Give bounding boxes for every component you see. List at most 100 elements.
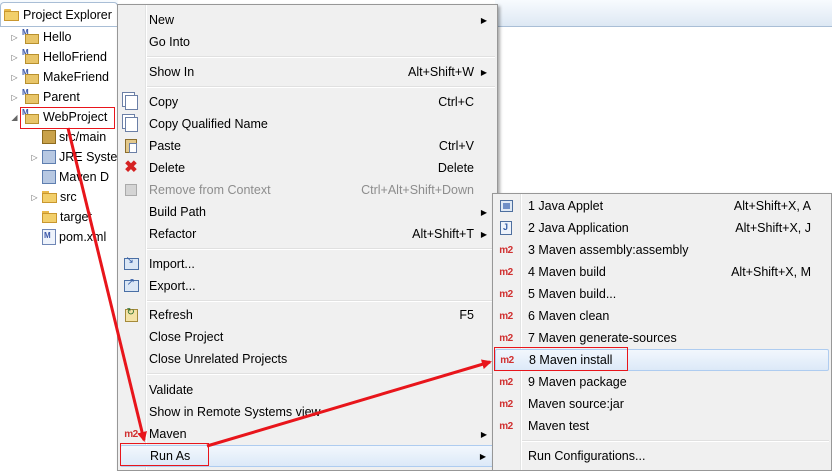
import-icon <box>121 254 141 274</box>
menu-item-shortcut: Delete <box>437 161 474 175</box>
submenu-item-maven-build-dialog[interactable]: m2 5 Maven build... <box>495 283 829 305</box>
paste-icon <box>121 136 141 156</box>
submenu-item-java-application[interactable]: 2 Java Application Alt+Shift+X, J <box>495 217 829 239</box>
menu-item-label: 5 Maven build... <box>528 287 617 301</box>
menu-item-label: Close Project <box>149 330 224 344</box>
expand-arrow-icon[interactable]: ▷ <box>30 193 39 202</box>
m2-icon: m2 <box>499 288 513 300</box>
menu-item-new[interactable]: New ▶ <box>120 9 495 31</box>
m2-icon: m2 <box>499 376 513 388</box>
menu-item-paste[interactable]: Paste Ctrl+V <box>120 135 495 157</box>
submenu-item-maven-package[interactable]: m2 9 Maven package <box>495 371 829 393</box>
menu-item-delete[interactable]: ✖ Delete Delete <box>120 157 495 179</box>
m2-icon: m2 <box>499 266 513 278</box>
menu-item-label: Import... <box>149 257 195 271</box>
tree-item-src[interactable]: ▷ src <box>30 187 77 207</box>
refresh-icon <box>121 305 141 325</box>
menu-item-show-in[interactable]: Show In Alt+Shift+W ▶ <box>120 61 495 83</box>
java-applet-icon <box>496 196 516 216</box>
menu-item-copy[interactable]: Copy Ctrl+C <box>120 91 495 113</box>
menu-item-validate[interactable]: Validate <box>120 379 495 401</box>
pom-file-icon <box>42 229 56 245</box>
submenu-item-maven-assembly[interactable]: m2 3 Maven assembly:assembly <box>495 239 829 261</box>
submenu-item-java-applet[interactable]: 1 Java Applet Alt+Shift+X, A <box>495 195 829 217</box>
copy-icon <box>121 114 141 134</box>
m2-icon: m2 <box>499 420 513 432</box>
tree-item-hellofriend[interactable]: ▷ M HelloFriend <box>10 47 107 67</box>
tree-item-parent[interactable]: ▷ M Parent <box>10 87 80 107</box>
submenu-item-maven-build[interactable]: m2 4 Maven build Alt+Shift+X, M <box>495 261 829 283</box>
submenu-item-maven-clean[interactable]: m2 6 Maven clean <box>495 305 829 327</box>
tree-item-label: Maven D <box>59 170 110 184</box>
tree-item-label: JRE Syste <box>59 150 118 164</box>
submenu-item-maven-generate-sources[interactable]: m2 7 Maven generate-sources <box>495 327 829 349</box>
menu-item-refactor[interactable]: Refactor Alt+Shift+T ▶ <box>120 223 495 245</box>
menu-item-shortcut: Ctrl+C <box>438 95 474 109</box>
tree-item-hello[interactable]: ▷ M Hello <box>10 27 72 47</box>
tree-item-label: Hello <box>43 30 72 44</box>
menu-item-label: Maven <box>149 427 187 441</box>
tree-item-src-main[interactable]: src/main <box>30 127 106 147</box>
submenu-arrow-icon: ▶ <box>480 15 487 25</box>
menu-item-shortcut: Alt+Shift+T <box>412 227 474 241</box>
expand-arrow-icon[interactable]: ▷ <box>30 153 39 162</box>
tree-item-label: src <box>60 190 77 204</box>
expand-arrow-icon[interactable]: ▷ <box>10 53 19 62</box>
menu-item-label: Maven test <box>528 419 590 433</box>
tree-item-pom-xml[interactable]: pom.xml <box>30 227 106 247</box>
menu-separator <box>147 300 495 302</box>
menu-item-label: Copy <box>149 95 179 109</box>
tree-item-target[interactable]: target <box>30 207 92 227</box>
menu-item-label: Remove from Context <box>149 183 271 197</box>
menu-item-close-unrelated-projects[interactable]: Close Unrelated Projects <box>120 348 495 370</box>
expand-arrow-icon[interactable]: ▷ <box>10 93 19 102</box>
menu-separator <box>522 440 829 442</box>
package-root-icon <box>42 130 56 144</box>
tree-item-makefriend[interactable]: ▷ M MakeFriend <box>10 67 109 87</box>
menu-item-show-in-remote-systems-view[interactable]: Show in Remote Systems view <box>120 401 495 423</box>
tree-item-label: Parent <box>43 90 80 104</box>
menu-item-label: Show in Remote Systems view <box>149 405 321 419</box>
menu-item-refresh[interactable]: Refresh F5 <box>120 304 495 326</box>
menu-item-label: Copy Qualified Name <box>149 117 268 131</box>
menu-item-shortcut: Ctrl+V <box>438 139 474 153</box>
explorer-tab-bar: Project Explorer <box>0 0 118 27</box>
menu-item-label: Export... <box>149 279 196 293</box>
menu-item-label: New <box>149 13 175 27</box>
menu-item-copy-qualified-name[interactable]: Copy Qualified Name <box>120 113 495 135</box>
m2-icon: m2 <box>499 244 513 256</box>
maven-project-icon: M <box>22 88 40 105</box>
folder-icon <box>42 191 57 203</box>
menu-separator <box>147 56 495 58</box>
menu-item-label: Maven source:jar <box>528 397 624 411</box>
maven-project-icon: M <box>22 28 40 45</box>
menu-item-close-project[interactable]: Close Project <box>120 326 495 348</box>
m2-icon: m2 <box>124 428 138 440</box>
tree-item-label: src/main <box>59 130 107 144</box>
expand-arrow-icon[interactable]: ▷ <box>10 73 19 82</box>
tree-item-jre-system[interactable]: ▷ JRE Syste <box>30 147 117 167</box>
submenu-item-maven-source-jar[interactable]: m2 Maven source:jar <box>495 393 829 415</box>
project-explorer-icon <box>4 8 19 21</box>
menu-item-build-path[interactable]: Build Path ▶ <box>120 201 495 223</box>
java-application-icon <box>496 218 516 238</box>
project-explorer-tab[interactable]: Project Explorer <box>0 2 118 26</box>
expand-arrow-icon[interactable]: ▷ <box>10 33 19 42</box>
m2-icon: m2 <box>499 332 513 344</box>
menu-item-export[interactable]: Export... <box>120 275 495 297</box>
collapse-arrow-icon[interactable]: ◢ <box>10 113 19 122</box>
submenu-item-maven-test[interactable]: m2 Maven test <box>495 415 829 437</box>
tree-item-maven-dependencies[interactable]: Maven D <box>30 167 109 187</box>
menu-item-label: Refactor <box>149 227 197 241</box>
menu-item-shortcut: Ctrl+Alt+Shift+Down <box>361 183 474 197</box>
submenu-item-run-configurations[interactable]: Run Configurations... <box>495 445 829 467</box>
remove-context-icon <box>121 180 141 200</box>
menu-item-go-into[interactable]: Go Into <box>120 31 495 53</box>
menu-item-import[interactable]: Import... <box>120 253 495 275</box>
submenu-arrow-icon: ▶ <box>480 229 487 239</box>
menu-item-label: Paste <box>149 139 181 153</box>
menu-item-label: 2 Java Application <box>528 221 629 235</box>
export-icon <box>121 276 141 296</box>
menu-item-maven[interactable]: m2 Maven ▶ <box>120 423 495 445</box>
submenu-arrow-icon: ▶ <box>480 207 487 217</box>
